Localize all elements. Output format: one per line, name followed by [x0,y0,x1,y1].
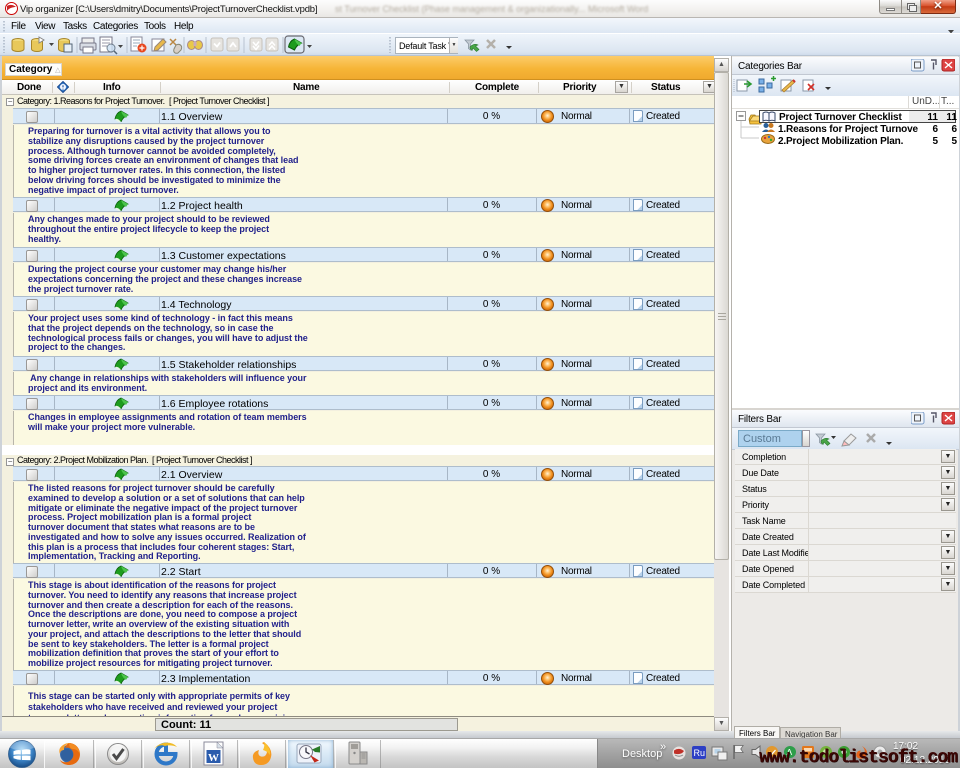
svg-text:W: W [208,752,219,764]
svg-text:Ru: Ru [694,748,706,758]
